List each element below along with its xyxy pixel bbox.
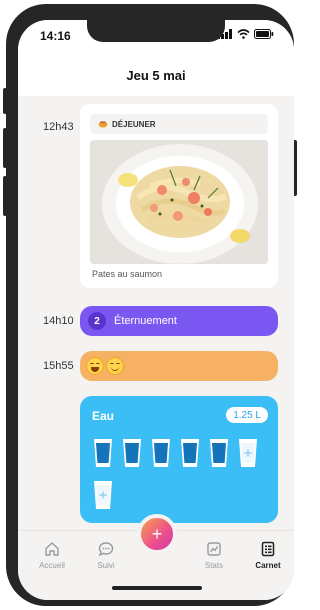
nav-item-carnet[interactable]: Carnet: [246, 541, 290, 570]
wifi-icon: [237, 29, 250, 39]
phone-notch: [87, 20, 225, 42]
meal-dish-name: Pates au saumon: [92, 269, 163, 279]
meal-category-tag: DÉJEUNER: [90, 114, 268, 134]
chat-icon: [98, 542, 114, 557]
entry-time-mood: 15h55: [43, 360, 74, 372]
pasta-plate-image: [90, 140, 268, 264]
battery-icon: [254, 29, 274, 39]
status-icons: [217, 29, 274, 39]
entry-time-meal: 12h43: [43, 121, 74, 133]
nav-item-suivi[interactable]: Suivi: [84, 541, 128, 570]
stats-icon: [207, 542, 221, 556]
entry-time-sneeze: 14h10: [43, 315, 74, 327]
smiling-face-icon: [106, 357, 124, 375]
mood-entry[interactable]: [80, 351, 278, 381]
nav-item-stats[interactable]: Stats: [192, 541, 236, 570]
sneeze-label: Éternuement: [114, 315, 177, 327]
water-glass-empty[interactable]: [237, 436, 259, 468]
nav-label-suivi: Suivi: [97, 561, 115, 570]
home-indicator: [112, 586, 202, 590]
nav-item-accueil[interactable]: Accueil: [30, 541, 74, 570]
add-entry-button[interactable]: +: [137, 514, 177, 554]
water-glass-filled[interactable]: [92, 436, 114, 468]
meal-card[interactable]: DÉJEUNER Pates au saumon: [80, 104, 278, 288]
home-icon: [45, 542, 59, 556]
water-amount-badge: 1.25 L: [226, 407, 268, 423]
water-glass-filled[interactable]: [150, 436, 172, 468]
sneeze-entry[interactable]: 2 Éternuement: [80, 306, 278, 336]
water-glass-filled[interactable]: [121, 436, 143, 468]
meal-photo[interactable]: [90, 140, 268, 264]
nav-label-stats: Stats: [204, 561, 224, 570]
water-glass-filled[interactable]: [179, 436, 201, 468]
grinning-face-icon: [86, 357, 104, 375]
water-glass-filled[interactable]: [208, 436, 230, 468]
status-time: 14:16: [40, 29, 71, 43]
app-screen: Jeu 5 mai 14:16 12h43 DÉJEUNER Pates au …: [18, 20, 294, 600]
water-title: Eau: [92, 409, 115, 423]
sneeze-count-badge: 2: [88, 312, 106, 330]
nav-label-accueil: Accueil: [39, 561, 65, 570]
phone-frame: Jeu 5 mai 14:16 12h43 DÉJEUNER Pates au …: [6, 4, 294, 606]
nav-label-carnet: Carnet: [255, 561, 281, 570]
page-title[interactable]: Jeu 5 mai: [18, 68, 294, 83]
meal-bowl-icon: [98, 121, 108, 128]
meal-category-label: DÉJEUNER: [112, 119, 156, 129]
notebook-icon: [261, 541, 275, 557]
water-card[interactable]: Eau 1.25 L: [80, 396, 278, 523]
plus-icon: +: [151, 523, 163, 544]
water-glass-empty[interactable]: [92, 478, 114, 510]
